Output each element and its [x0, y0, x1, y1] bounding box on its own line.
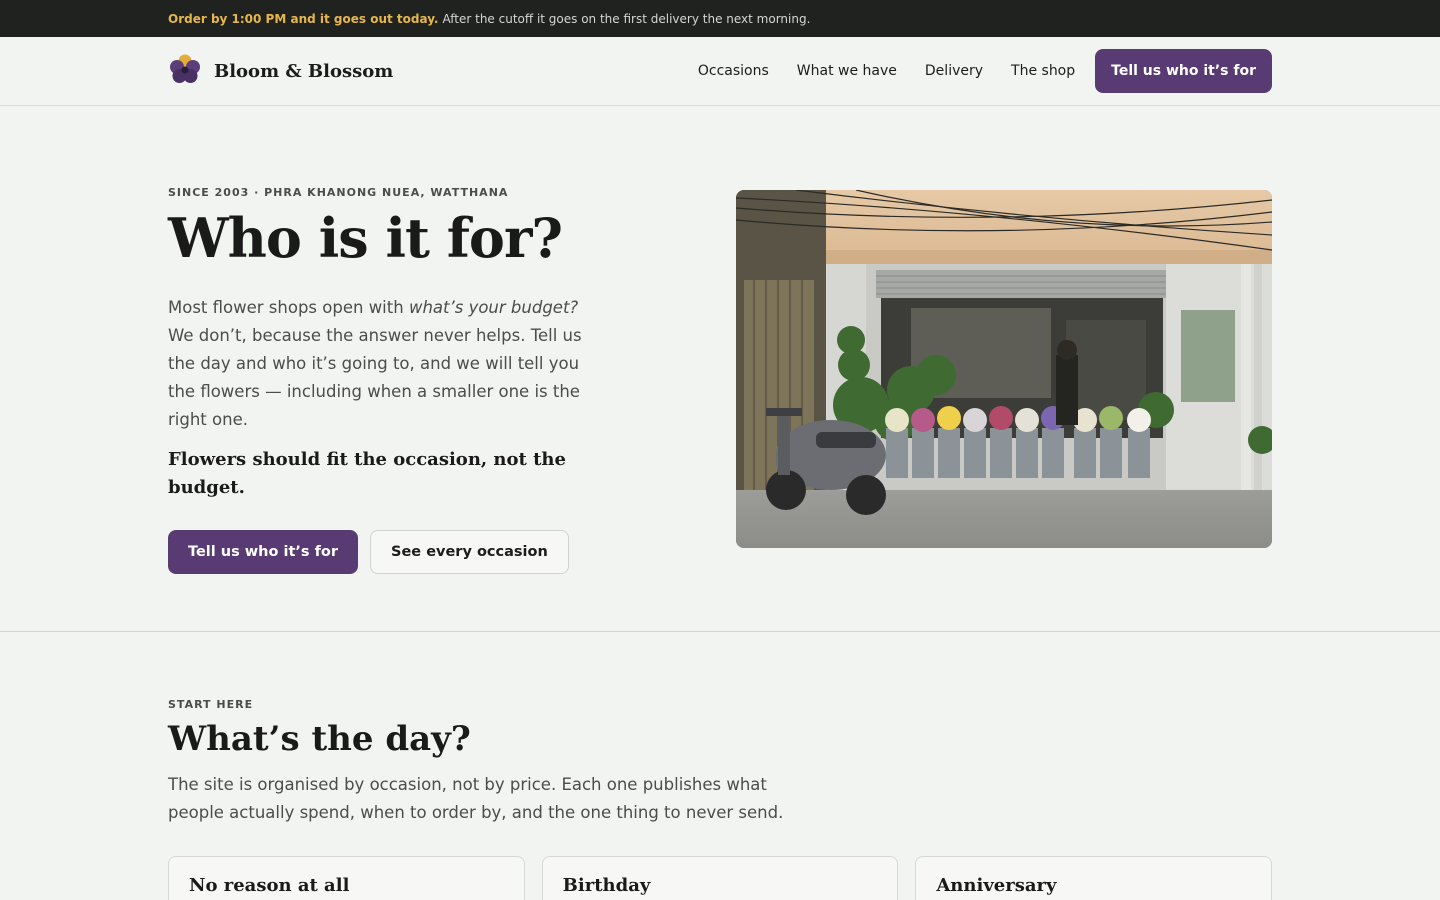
occasions-description: The site is organised by occasion, not b… [168, 775, 784, 822]
occasion-cards: No reason at all Birthday Anniversary [168, 856, 1273, 900]
brand-name: Bloom & Blossom [214, 60, 394, 82]
main-nav: Bloom & Blossom Occasions What we have D… [0, 37, 1440, 106]
hero-primary-button[interactable]: Tell us who it’s for [168, 530, 359, 575]
nav-link-delivery[interactable]: Delivery [925, 63, 983, 79]
brand-link[interactable]: Bloom & Blossom [168, 52, 393, 90]
occasion-card-birthday[interactable]: Birthday [541, 856, 899, 900]
hero-content: SINCE 2003 · PHRA KHANONG NUEA, WATTHANA… [168, 186, 608, 575]
flower-shop-storefront-photo [736, 190, 1272, 548]
announcement-bar: Order by 1:00 PM and it goes out today. … [0, 0, 1440, 37]
occasions-section: START HERE What’s the day? The site is o… [0, 632, 1440, 900]
occasion-card-title: Birthday [562, 875, 651, 896]
occasions-title: What’s the day? [168, 719, 471, 759]
hero-section: SINCE 2003 · PHRA KHANONG NUEA, WATTHANA… [0, 106, 1440, 632]
cutoff-text: After the cutoff it goes on the first de… [442, 11, 811, 26]
hero-tagline: Flowers should fit the occasion, not the… [168, 449, 566, 499]
occasion-card-anniversary[interactable]: Anniversary [915, 856, 1273, 900]
flower-logo-icon [168, 52, 202, 90]
hero-lead-emphasis: what’s your budget? [408, 298, 579, 318]
nav-cta-button[interactable]: Tell us who it’s for [1095, 49, 1272, 93]
occasion-card-title: Anniversary [936, 875, 1057, 896]
hero-eyebrow: SINCE 2003 · PHRA KHANONG NUEA, WATTHANA [168, 186, 509, 199]
nav-link-occasions[interactable]: Occasions [698, 63, 769, 79]
hero-title: Who is it for? [168, 206, 563, 270]
hero-lead-start: Most flower shops open with [168, 298, 409, 318]
nav-link-what-we-have[interactable]: What we have [797, 63, 897, 79]
occasion-card-title: No reason at all [189, 875, 350, 896]
occasions-header: START HERE What’s the day? The site is o… [168, 698, 1272, 827]
hero-lead-end: We don’t, because the answer never helps… [168, 326, 582, 430]
hero-lead: Most flower shops open with what’s your … [168, 294, 608, 434]
nav-link-the-shop[interactable]: The shop [1011, 63, 1075, 79]
cutoff-highlight: Order by 1:00 PM and it goes out today. [168, 11, 439, 26]
nav-links: Occasions What we have Delivery The shop… [698, 49, 1272, 93]
occasion-card-no-reason[interactable]: No reason at all [168, 856, 525, 900]
hero-cta-group: Tell us who it’s for See every occasion [168, 530, 608, 575]
occasions-eyebrow: START HERE [168, 698, 254, 711]
see-occasions-button[interactable]: See every occasion [370, 530, 569, 575]
